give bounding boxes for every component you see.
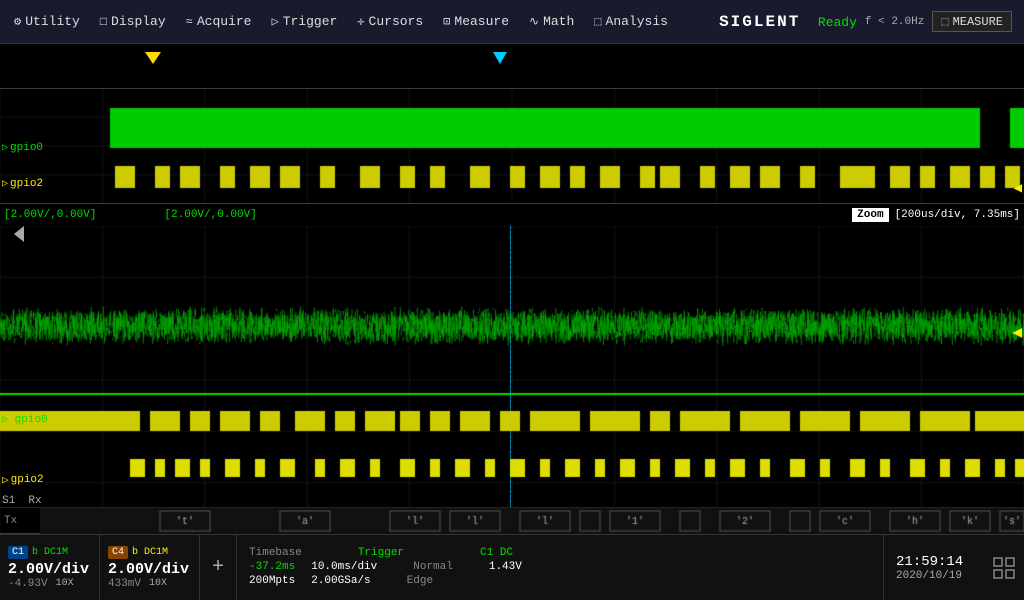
menu-measure[interactable]: ⊡ Measure bbox=[433, 10, 519, 33]
settings-icon bbox=[992, 556, 1016, 580]
c1-volt-div: 2.00V/div bbox=[8, 561, 91, 578]
math-icon: ∿ bbox=[529, 14, 539, 29]
menu-acquire[interactable]: ≈ Acquire bbox=[176, 10, 262, 33]
c1-probe: 10X bbox=[56, 578, 74, 589]
settings-area[interactable] bbox=[984, 535, 1024, 600]
ch2-right-arrow: ◀ bbox=[1014, 180, 1022, 197]
datetime-area: 21:59:14 2020/10/19 bbox=[884, 535, 984, 600]
c4-badge: C4 bbox=[108, 546, 128, 559]
c1-badge: C1 bbox=[8, 546, 28, 559]
brand-area: SIGLENT Ready f < 2.0Hz ⬚ MEASURE bbox=[719, 11, 1020, 32]
math-box: + bbox=[200, 535, 237, 600]
analysis-icon: ⬚ bbox=[594, 14, 601, 29]
timebase-rate: 2.00GSa/s bbox=[311, 575, 370, 587]
cursors-icon: ✛ bbox=[357, 14, 364, 29]
zoom-right-arrow: ◀ bbox=[1012, 321, 1022, 416]
c1-info-box: C1 b DC1M 2.00V/div -4.93V 10X bbox=[0, 535, 100, 600]
zoom-time-label2: [200us/div, 7.35ms] bbox=[895, 209, 1020, 221]
measure-icon: ⊡ bbox=[443, 14, 450, 29]
status-bar: C1 b DC1M 2.00V/div -4.93V 10X C4 b DC1M… bbox=[0, 534, 1024, 600]
utility-icon: ⚙ bbox=[14, 14, 21, 29]
trigger-source: C1 DC bbox=[480, 547, 513, 559]
c4-volt-div: 2.00V/div bbox=[108, 561, 191, 578]
math-plus-icon: + bbox=[212, 556, 224, 579]
timebase-delay: -37.2ms bbox=[249, 561, 295, 573]
timebase-label: Timebase bbox=[249, 547, 302, 559]
overview-area: ▷ gpio0 ▷ gpio2 [2.00V/,0.00V] [2.00V/,0… bbox=[0, 44, 1024, 204]
overview-waveform bbox=[0, 88, 1024, 204]
c4-info-box: C4 b DC1M 2.00V/div 433mV 10X bbox=[100, 535, 200, 600]
menu-utility[interactable]: ⚙ Utility bbox=[4, 10, 90, 33]
timebase-area: Timebase Trigger C1 DC -37.2ms 10.0ms/di… bbox=[237, 535, 884, 600]
datetime-time: 21:59:14 bbox=[896, 554, 972, 570]
menu-analysis[interactable]: ⬚ Analysis bbox=[584, 10, 678, 33]
menu-bar: ⚙ Utility □ Display ≈ Acquire ▷ Trigger … bbox=[0, 0, 1024, 44]
measure-badge: ⬚ MEASURE bbox=[932, 11, 1012, 32]
menu-math[interactable]: ∿ Math bbox=[519, 10, 584, 33]
zoom-gpio2-label: ▷ gpio2 bbox=[2, 473, 44, 487]
timebase-scale: 10.0ms/div bbox=[311, 561, 377, 573]
menu-cursors[interactable]: ✛ Cursors bbox=[347, 10, 433, 33]
zoom-waveform bbox=[0, 226, 1024, 534]
zoom-header: [2.00V/,0.00V] [2.00V/,0.00V] Zoom [200u… bbox=[0, 204, 1024, 226]
c4-coupling: b DC1M bbox=[132, 547, 168, 558]
brand-status: Ready bbox=[818, 15, 857, 30]
c1-coupling: b DC1M bbox=[32, 547, 68, 558]
menu-display[interactable]: □ Display bbox=[90, 10, 176, 33]
trigger-mode: Normal bbox=[413, 561, 453, 573]
trigger-arrow-yellow bbox=[145, 52, 161, 64]
timebase-sample: 200Mpts bbox=[249, 575, 295, 587]
menu-trigger[interactable]: ▷ Trigger bbox=[261, 10, 347, 33]
tx-label: Tx bbox=[0, 515, 40, 527]
c4-offset: 433mV bbox=[108, 578, 141, 590]
datetime-date: 2020/10/19 bbox=[896, 570, 972, 582]
display-icon: □ bbox=[100, 15, 107, 29]
brand-freq: f < 2.0Hz bbox=[865, 16, 924, 28]
trigger-level: 1.43V bbox=[489, 561, 522, 573]
serial-tx-row: Tx bbox=[0, 507, 1024, 533]
zoom-area: [2.00V/,0.00V] [2.00V/,0.00V] Zoom [200u… bbox=[0, 204, 1024, 534]
s1-rx-label: S1 Rx bbox=[2, 495, 42, 507]
trigger-type: Edge bbox=[407, 575, 433, 587]
trigger-arrow-blue bbox=[493, 52, 507, 64]
trigger-icon: ▷ bbox=[271, 14, 278, 29]
zoom-gpio0-label: ▷ gpio0 bbox=[2, 414, 48, 426]
serial-data-canvas bbox=[40, 508, 1024, 534]
c4-probe: 10X bbox=[149, 578, 167, 589]
c1-offset: -4.93V bbox=[8, 578, 48, 590]
trigger-label: Trigger bbox=[358, 547, 404, 559]
acquire-icon: ≈ bbox=[186, 15, 193, 29]
brand-name: SIGLENT bbox=[719, 13, 800, 31]
zoom-badge2: Zoom bbox=[852, 208, 888, 222]
